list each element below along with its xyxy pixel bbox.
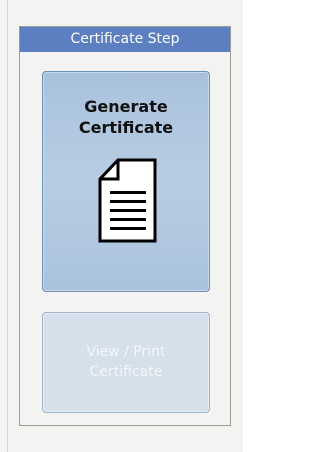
panel-title: Certificate Step <box>20 27 230 52</box>
generate-certificate-label: Generate Certificate <box>43 96 209 138</box>
view-print-label-line1: View / Print <box>86 344 166 360</box>
generate-certificate-button[interactable]: Generate Certificate <box>42 71 210 292</box>
window-frame: Certificate Step Generate Certificate Vi… <box>0 0 243 452</box>
generate-label-line2: Certificate <box>78 118 174 137</box>
view-print-label-line2: Certificate <box>89 364 163 380</box>
view-print-certificate-button[interactable]: View / Print Certificate <box>42 312 210 413</box>
document-icon <box>98 158 157 243</box>
certificate-step-panel: Certificate Step Generate Certificate Vi… <box>19 26 231 426</box>
left-divider <box>7 0 8 452</box>
generate-label-line1: Generate <box>84 97 168 116</box>
view-print-certificate-label: View / Print Certificate <box>43 342 209 382</box>
